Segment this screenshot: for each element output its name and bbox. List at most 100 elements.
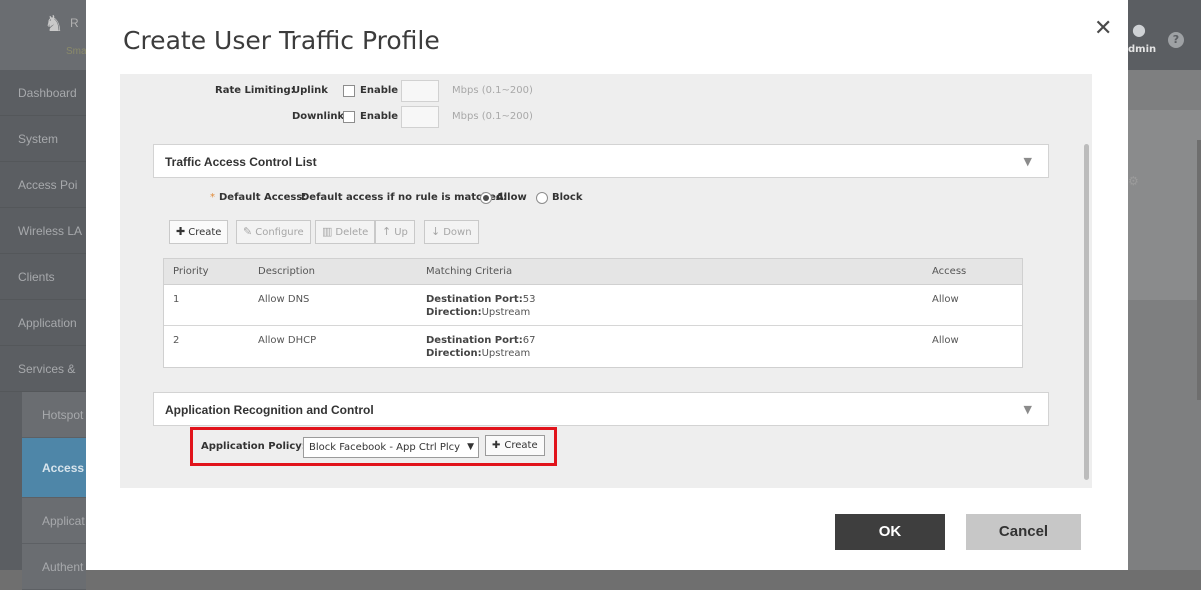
application-policy-label: Application Policy: xyxy=(201,441,306,452)
nav-clients[interactable]: Clients xyxy=(0,254,86,300)
required-mark: * xyxy=(210,192,215,203)
row-description: Allow DNS xyxy=(258,294,310,305)
row-access: Allow xyxy=(932,294,959,305)
nav-system[interactable]: System xyxy=(0,116,86,162)
row-criteria-port: Destination Port:67 xyxy=(426,335,535,346)
close-icon[interactable]: ✕ xyxy=(1094,16,1112,41)
delete-rule-button[interactable]: ▥ Delete xyxy=(315,220,376,244)
nav-access-points[interactable]: Access Poi xyxy=(0,162,86,208)
default-access-text: Default access if no rule is matched: xyxy=(301,192,508,203)
configure-rule-label: Configure xyxy=(255,227,304,238)
arrow-up-icon: ↑ xyxy=(382,225,392,238)
uplink-rate-hint: Mbps (0.1~200) xyxy=(452,85,533,96)
col-description[interactable]: Description xyxy=(258,266,315,277)
app-logo: ♞ R Sma xyxy=(0,0,87,70)
move-down-label: Down xyxy=(443,227,472,238)
row-priority: 1 xyxy=(173,294,180,305)
block-radio-label: Block xyxy=(552,192,583,203)
app-content-right: ⚙ xyxy=(1128,70,1201,570)
subnav-authentication[interactable]: Authent xyxy=(22,544,86,590)
row-description: Allow DHCP xyxy=(258,335,317,346)
downlink-enable-checkbox[interactable] xyxy=(343,111,355,123)
dialog-title: Create User Traffic Profile xyxy=(123,26,440,55)
uplink-enable-checkbox[interactable] xyxy=(343,85,355,97)
logo-subtext: Sma xyxy=(66,46,87,57)
rate-limiting-label: Rate Limiting: xyxy=(215,85,295,96)
application-policy-value: Block Facebook - App Ctrl Plcy xyxy=(309,442,461,453)
user-icon[interactable]: ● xyxy=(1132,20,1146,39)
criteria-value: Upstream xyxy=(481,348,531,359)
arc-collapse-icon[interactable]: ▼ xyxy=(1024,403,1032,416)
create-rule-button[interactable]: ✚ Create xyxy=(169,220,229,244)
nav-dashboard[interactable]: Dashboard xyxy=(0,70,86,116)
subnav-hotspot[interactable]: Hotspot xyxy=(22,392,86,438)
trash-icon: ▥ xyxy=(322,225,333,238)
create-user-traffic-profile-dialog: Create User Traffic Profile Rate Limitin… xyxy=(86,0,1128,570)
gear-icon: ⚙ xyxy=(1128,174,1139,188)
nav-applications[interactable]: Application xyxy=(0,300,86,346)
criteria-key: Direction: xyxy=(426,307,482,318)
criteria-key: Direction: xyxy=(426,348,482,359)
move-up-label: Up xyxy=(394,227,408,238)
cancel-button[interactable]: Cancel xyxy=(966,514,1081,550)
logo-text: R xyxy=(70,16,79,30)
table-row[interactable]: 2 Allow DHCP Destination Port:67 Directi… xyxy=(164,326,1022,367)
create-rule-label: Create xyxy=(188,227,222,238)
arc-section-header[interactable]: Application Recognition and Control ▼ xyxy=(153,392,1049,426)
app-sidebar: ♞ R Sma Dashboard System Access Poi Wire… xyxy=(0,0,87,590)
background-scrollbar xyxy=(1197,140,1201,400)
pencil-icon: ✎ xyxy=(243,225,253,238)
configure-rule-button[interactable]: ✎ Configure xyxy=(236,220,311,244)
uplink-rate-input[interactable] xyxy=(401,80,439,102)
arc-section-title: Application Recognition and Control xyxy=(165,403,374,417)
nav-wireless-lans[interactable]: Wireless LA xyxy=(0,208,86,254)
criteria-key: Destination Port: xyxy=(426,335,523,346)
dropdown-arrow-icon: ▼ xyxy=(467,442,474,452)
ok-button[interactable]: OK xyxy=(835,514,945,550)
plus-icon: ✚ xyxy=(492,440,501,451)
criteria-value: Upstream xyxy=(481,307,531,318)
tacl-table: Priority Description Matching Criteria A… xyxy=(163,258,1023,368)
ruckus-dog-icon: ♞ xyxy=(44,12,64,37)
delete-rule-label: Delete xyxy=(335,227,369,238)
dialog-scrollbar[interactable] xyxy=(1084,144,1089,480)
criteria-key: Destination Port: xyxy=(426,294,523,305)
allow-radio-label: Allow xyxy=(496,192,527,203)
row-criteria-direction: Direction:Upstream xyxy=(426,348,530,359)
downlink-rate-input[interactable] xyxy=(401,106,439,128)
arrow-down-icon: ↓ xyxy=(431,225,441,238)
help-icon[interactable]: ? xyxy=(1168,32,1184,48)
dialog-body: Rate Limiting: Uplink Enable Mbps (0.1~2… xyxy=(120,74,1092,488)
criteria-value: 53 xyxy=(522,294,536,305)
table-header: Priority Description Matching Criteria A… xyxy=(164,259,1022,285)
subnav-application[interactable]: Applicat xyxy=(22,498,86,544)
row-criteria-port: Destination Port:53 xyxy=(426,294,535,305)
downlink-label: Downlink xyxy=(292,111,345,122)
plus-icon: ✚ xyxy=(176,225,186,238)
move-up-button[interactable]: ↑ Up xyxy=(375,220,415,244)
tacl-section-header[interactable]: Traffic Access Control List ▼ xyxy=(153,144,1049,178)
background-panel xyxy=(1128,110,1201,300)
table-row[interactable]: 1 Allow DNS Destination Port:53 Directio… xyxy=(164,285,1022,326)
create-policy-button[interactable]: ✚ Create xyxy=(485,435,545,456)
application-policy-select[interactable]: Block Facebook - App Ctrl Plcy ▼ xyxy=(303,437,479,458)
user-label[interactable]: dmin xyxy=(1128,44,1156,55)
col-access[interactable]: Access xyxy=(932,266,966,277)
row-criteria-direction: Direction:Upstream xyxy=(426,307,530,318)
downlink-rate-hint: Mbps (0.1~200) xyxy=(452,111,533,122)
create-policy-label: Create xyxy=(504,440,538,451)
row-access: Allow xyxy=(932,335,959,346)
col-matching-criteria[interactable]: Matching Criteria xyxy=(426,266,512,277)
allow-radio[interactable] xyxy=(480,192,492,204)
row-priority: 2 xyxy=(173,335,180,346)
downlink-enable-label: Enable xyxy=(360,111,399,122)
tacl-collapse-icon[interactable]: ▼ xyxy=(1024,155,1032,168)
col-priority[interactable]: Priority xyxy=(173,266,209,277)
move-down-button[interactable]: ↓ Down xyxy=(424,220,479,244)
block-radio[interactable] xyxy=(536,192,548,204)
criteria-value: 67 xyxy=(522,335,536,346)
subnav-access-control[interactable]: Access ( xyxy=(22,438,86,498)
uplink-enable-label: Enable xyxy=(360,85,399,96)
tacl-section-title: Traffic Access Control List xyxy=(165,155,317,169)
nav-services[interactable]: Services & xyxy=(0,346,86,392)
